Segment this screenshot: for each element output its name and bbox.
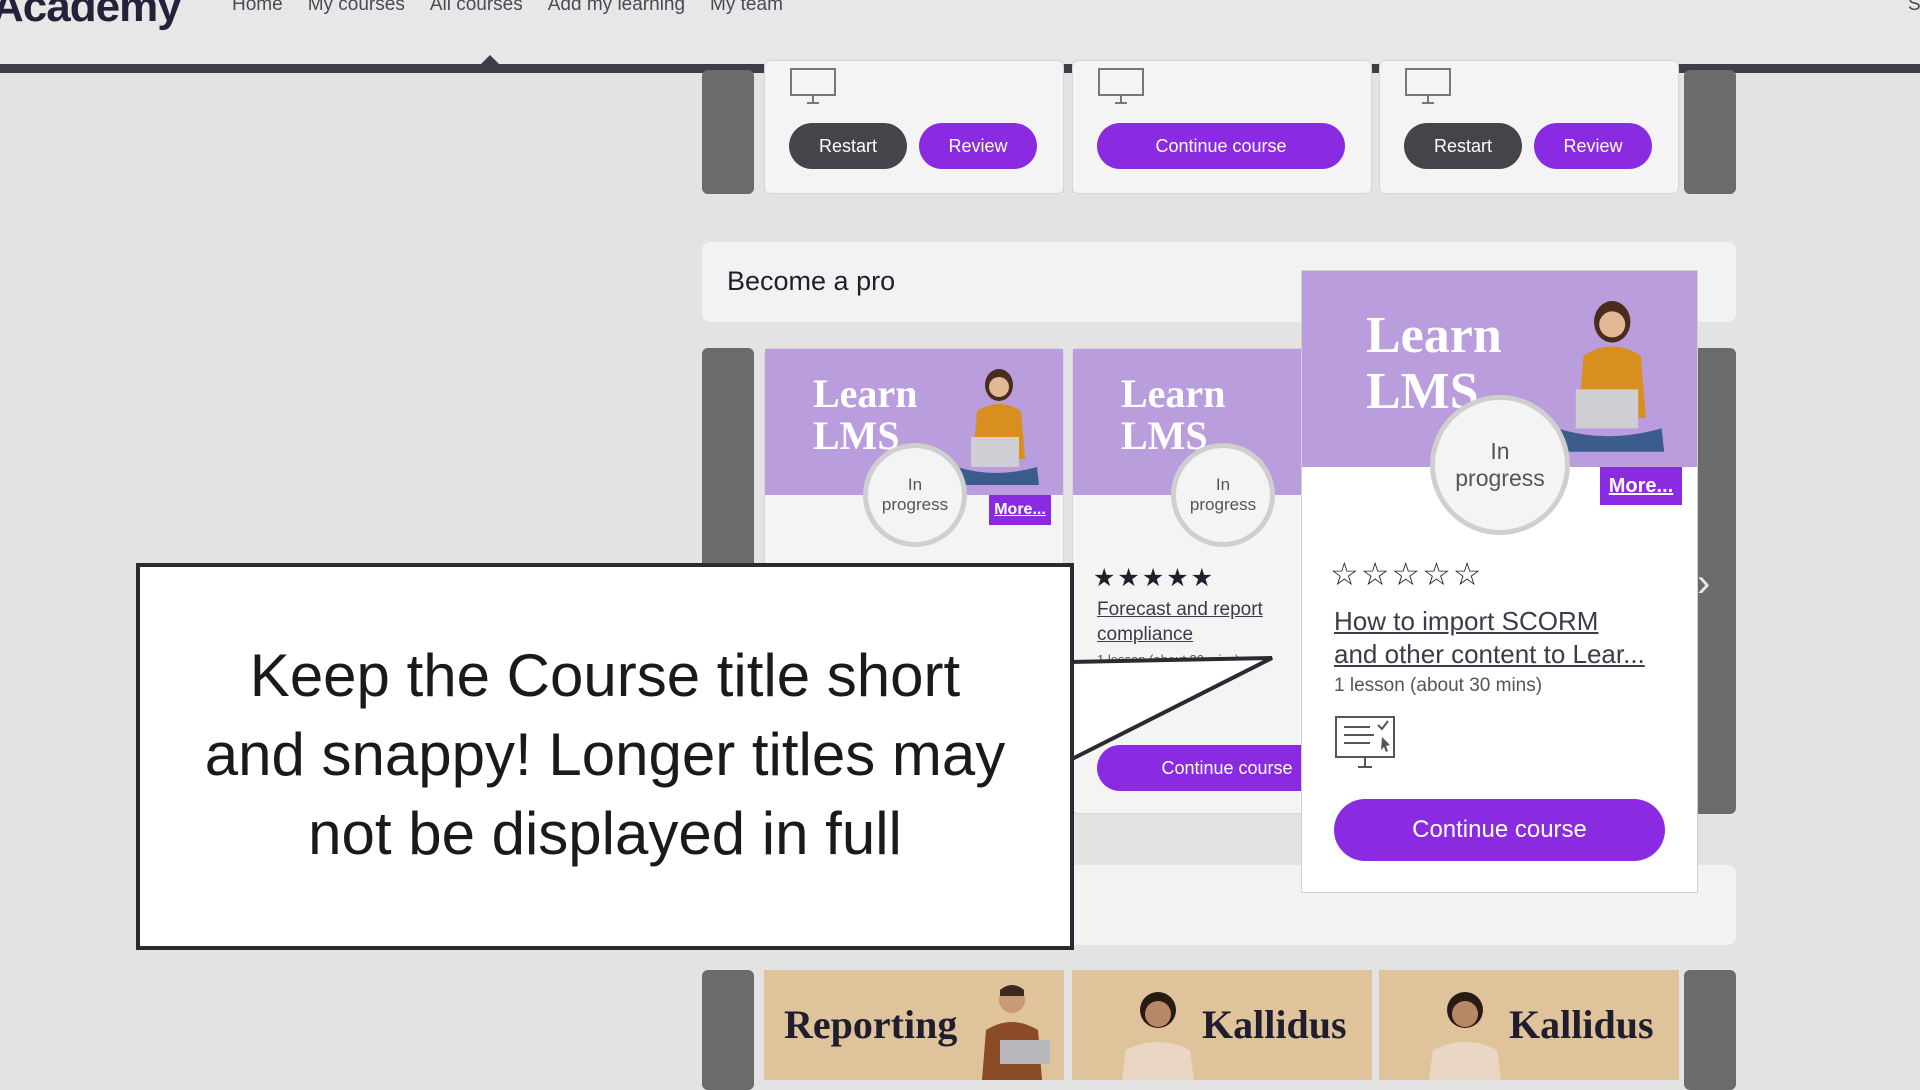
- rating-stars[interactable]: ☆☆☆☆☆: [1330, 555, 1483, 593]
- carousel-next-area[interactable]: [1684, 970, 1736, 1090]
- course-meta: 1 lesson (about 30 mins): [1334, 675, 1543, 696]
- continue-course-button[interactable]: Continue course: [1097, 123, 1345, 169]
- status-text: progress: [881, 495, 949, 514]
- thumb-title: Kallidus: [1509, 1002, 1654, 1047]
- course-card: Restart Review: [1379, 60, 1679, 194]
- course-title-link[interactable]: Forecast and report compliance: [1097, 597, 1263, 647]
- restart-button[interactable]: Restart: [1404, 123, 1522, 169]
- computer-icon: [1405, 68, 1451, 104]
- thumb-title-line: Learn: [1121, 371, 1226, 416]
- nav-active-caret: [480, 55, 500, 65]
- course-card: Restart Review: [764, 60, 1064, 194]
- restart-button[interactable]: Restart: [789, 123, 907, 169]
- course-title-line[interactable]: compliance: [1097, 622, 1263, 647]
- thumb-title-line: Learn: [1366, 307, 1502, 364]
- more-link[interactable]: More...: [989, 495, 1051, 525]
- academy-logo[interactable]: Academy: [0, 0, 182, 32]
- callout-pointer: [1066, 656, 1273, 764]
- status-text: In: [907, 475, 923, 494]
- carousel-next-area[interactable]: [1684, 70, 1736, 194]
- carousel-prev-area[interactable]: [702, 70, 754, 194]
- status-text: progress: [1455, 465, 1545, 491]
- carousel-prev-area[interactable]: [702, 970, 754, 1090]
- review-button[interactable]: Review: [919, 123, 1037, 169]
- tip-callout-text: Keep the Course title short and snappy! …: [150, 636, 1060, 873]
- rating-stars[interactable]: ★★★★★: [1093, 563, 1215, 593]
- status-text: progress: [1189, 495, 1257, 514]
- thumb-title-line: LMS: [813, 413, 900, 458]
- progress-status-circle: In progress: [1430, 395, 1570, 535]
- status-text: In: [1215, 475, 1231, 494]
- nav-home[interactable]: Home: [232, 0, 283, 16]
- course-thumbnail[interactable]: Reporting: [764, 970, 1064, 1080]
- callout-line: Keep the Course title short: [249, 642, 961, 709]
- section-title: Become a pro: [727, 266, 896, 296]
- nav-my-courses[interactable]: My courses: [308, 0, 405, 16]
- course-thumbnail[interactable]: Kallidus: [1072, 970, 1372, 1080]
- course-title-line[interactable]: Forecast and report: [1097, 597, 1263, 622]
- man-with-laptop-image: [982, 985, 1050, 1080]
- callout-line: not be displayed in full: [308, 800, 902, 867]
- status-text: In: [1490, 438, 1510, 464]
- course-title-line[interactable]: and other content to Lear...: [1334, 638, 1645, 671]
- nav-all-courses[interactable]: All courses: [430, 0, 523, 16]
- progress-status-circle: In progress: [1171, 443, 1275, 547]
- course-title-line[interactable]: How to import SCORM: [1334, 605, 1645, 638]
- progress-status-circle: In progress: [863, 443, 967, 547]
- nav-overflow-text[interactable]: S: [1908, 0, 1920, 16]
- man-pointing-image: [1122, 992, 1194, 1080]
- callout-line: and snappy! Longer titles may: [204, 721, 1006, 788]
- chevron-right-icon[interactable]: ›: [1697, 561, 1727, 605]
- nav-my-team[interactable]: My team: [710, 0, 783, 16]
- thumb-title-line: Learn: [813, 371, 918, 416]
- more-link[interactable]: More...: [1600, 467, 1682, 505]
- course-card: Continue course: [1072, 60, 1372, 194]
- computer-icon: [790, 68, 836, 104]
- computer-icon: [1098, 68, 1144, 104]
- continue-course-button[interactable]: Continue course: [1334, 799, 1665, 861]
- review-button[interactable]: Review: [1534, 123, 1652, 169]
- thumb-title-line: LMS: [1121, 413, 1208, 458]
- man-pointing-image: [1429, 992, 1501, 1080]
- course-title-link[interactable]: How to import SCORM and other content to…: [1334, 605, 1645, 671]
- course-hover-popup[interactable]: Learn LMS In progress More... ☆☆☆☆☆ How …: [1302, 271, 1697, 892]
- course-thumbnail[interactable]: Kallidus: [1379, 970, 1679, 1080]
- thumb-title: Kallidus: [1202, 1002, 1347, 1047]
- nav-add-my-learning[interactable]: Add my learning: [548, 0, 685, 16]
- thumb-title: Reporting: [784, 1002, 958, 1047]
- main-nav: Home My courses All courses Add my learn…: [232, 0, 808, 16]
- elearning-computer-icon: [1335, 716, 1395, 768]
